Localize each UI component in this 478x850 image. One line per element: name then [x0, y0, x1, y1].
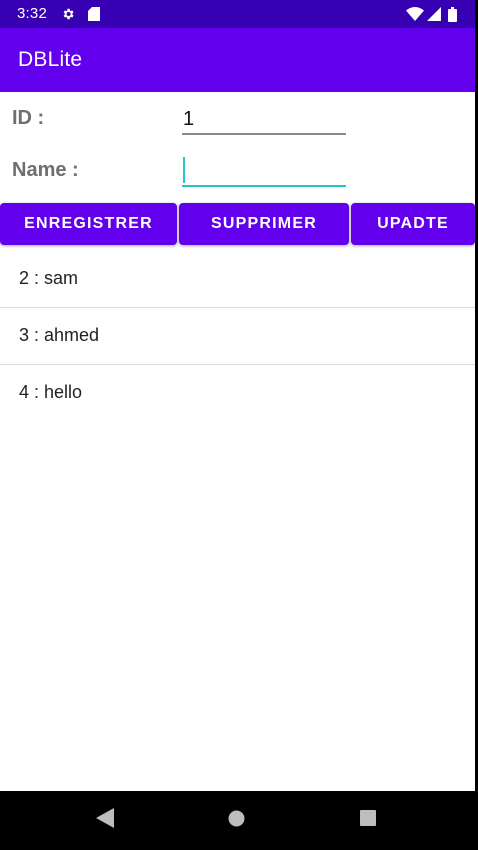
back-icon[interactable]	[96, 808, 114, 828]
navigation-bar	[0, 791, 478, 850]
save-button[interactable]: ENREGISTRER	[0, 203, 177, 245]
list-item-label: 4 : hello	[19, 382, 83, 402]
list-item[interactable]: 4 : hello	[0, 366, 475, 422]
name-label: Name :	[12, 159, 79, 181]
status-time: 3:32	[17, 5, 47, 22]
sd-card-icon	[88, 7, 100, 21]
update-button[interactable]: UPADTE	[351, 203, 475, 245]
list-item-label: 2 : sam	[19, 268, 79, 288]
app-bar: DBLite	[0, 28, 475, 92]
signal-icon	[427, 7, 441, 21]
list-item-label: 3 : ahmed	[19, 325, 100, 345]
gear-icon	[63, 8, 74, 20]
app-title: DBLite	[18, 48, 83, 71]
delete-button[interactable]: SUPPRIMER	[179, 203, 349, 245]
id-input[interactable]: 1	[182, 105, 346, 135]
battery-icon	[448, 7, 457, 22]
id-input-value: 1	[183, 108, 195, 130]
name-input[interactable]	[182, 157, 346, 187]
home-icon[interactable]	[228, 810, 245, 827]
id-label: ID :	[12, 107, 45, 129]
list-item[interactable]: 3 : ahmed	[0, 309, 475, 365]
status-bar: 3:32	[0, 0, 475, 28]
recents-icon[interactable]	[360, 810, 376, 826]
text-cursor	[183, 157, 185, 183]
list-item[interactable]: 2 : sam	[0, 252, 475, 308]
wifi-icon	[406, 7, 424, 21]
